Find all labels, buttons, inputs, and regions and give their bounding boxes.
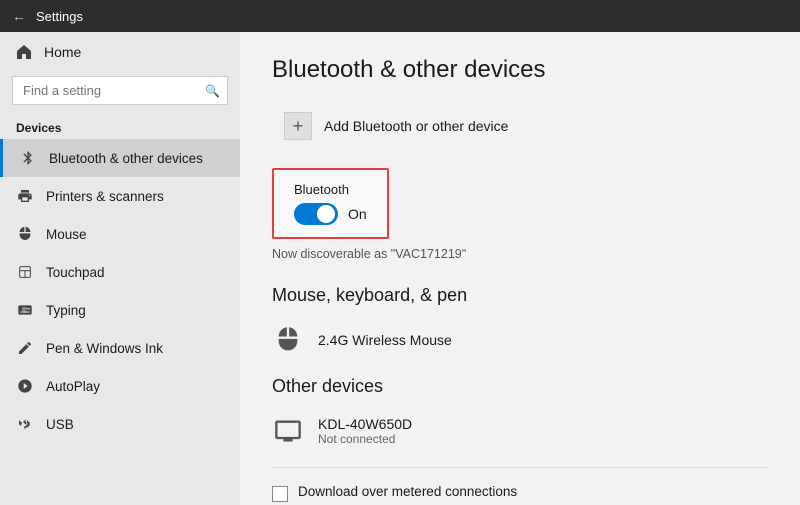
printer-icon: [16, 187, 34, 205]
sidebar-item-autoplay[interactable]: AutoPlay: [0, 367, 240, 405]
download-checkbox-row: Download over metered connections To hel…: [272, 467, 768, 505]
bluetooth-toggle-row: On: [294, 203, 367, 225]
tv-device-info: KDL-40W650D Not connected: [318, 416, 412, 446]
usb-icon: [16, 415, 34, 433]
home-icon: [16, 44, 32, 60]
sidebar-home-label: Home: [44, 44, 81, 60]
toggle-state-label: On: [348, 206, 367, 222]
mouse-device-row: 2.4G Wireless Mouse: [272, 318, 768, 368]
download-checkbox[interactable]: [272, 486, 288, 502]
sidebar-item-bluetooth[interactable]: Bluetooth & other devices: [0, 139, 240, 177]
mouse-icon: [16, 225, 34, 243]
sidebar-item-typing[interactable]: Typing: [0, 291, 240, 329]
search-icon: 🔍: [205, 84, 220, 98]
download-checkbox-label: Download over metered connections: [298, 484, 768, 499]
bluetooth-toggle[interactable]: [294, 203, 338, 225]
bluetooth-icon: [19, 149, 37, 167]
sidebar-autoplay-label: AutoPlay: [46, 379, 100, 394]
other-section-header: Other devices: [272, 376, 768, 397]
sidebar-typing-label: Typing: [46, 303, 86, 318]
autoplay-icon: [16, 377, 34, 395]
tv-device-icon: [272, 415, 304, 447]
sidebar-search-container: 🔍: [12, 76, 228, 105]
pen-icon: [16, 339, 34, 357]
sidebar-printers-label: Printers & scanners: [46, 189, 164, 204]
sidebar-item-printers[interactable]: Printers & scanners: [0, 177, 240, 215]
sidebar-mouse-label: Mouse: [46, 227, 87, 242]
content-area: Bluetooth & other devices + Add Bluetoot…: [240, 32, 800, 505]
mouse-device-name: 2.4G Wireless Mouse: [318, 332, 452, 348]
sidebar-item-usb[interactable]: USB: [0, 405, 240, 443]
titlebar: ← Settings: [0, 0, 800, 32]
main-layout: Home 🔍 Devices Bluetooth & other devices: [0, 32, 800, 505]
tv-device-status: Not connected: [318, 432, 412, 446]
mouse-section-header: Mouse, keyboard, & pen: [272, 285, 768, 306]
page-title: Bluetooth & other devices: [272, 56, 768, 84]
sidebar-pen-label: Pen & Windows Ink: [46, 341, 163, 356]
search-input[interactable]: [12, 76, 228, 105]
mouse-device-icon: [272, 324, 304, 356]
download-checkbox-content: Download over metered connections To hel…: [298, 484, 768, 505]
bluetooth-label: Bluetooth: [294, 182, 367, 197]
sidebar-item-touchpad[interactable]: Touchpad: [0, 253, 240, 291]
bluetooth-card: Bluetooth On: [272, 168, 389, 239]
sidebar-item-mouse[interactable]: Mouse: [0, 215, 240, 253]
back-button[interactable]: ←: [12, 8, 26, 24]
typing-icon: [16, 301, 34, 319]
sidebar-item-pen[interactable]: Pen & Windows Ink: [0, 329, 240, 367]
sidebar-usb-label: USB: [46, 417, 74, 432]
tv-device-name: KDL-40W650D: [318, 416, 412, 432]
sidebar-item-home[interactable]: Home: [0, 32, 240, 72]
toggle-knob: [317, 205, 335, 223]
add-device-button[interactable]: + Add Bluetooth or other device: [272, 104, 520, 148]
sidebar: Home 🔍 Devices Bluetooth & other devices: [0, 32, 240, 505]
add-icon: +: [284, 112, 312, 140]
sidebar-section-label: Devices: [0, 115, 240, 139]
titlebar-title: Settings: [36, 9, 83, 24]
sidebar-touchpad-label: Touchpad: [46, 265, 105, 280]
touchpad-icon: [16, 263, 34, 281]
discoverable-text: Now discoverable as "VAC171219": [272, 247, 768, 261]
add-device-label: Add Bluetooth or other device: [324, 118, 508, 134]
tv-device-row: KDL-40W650D Not connected: [272, 409, 768, 459]
mouse-device-info: 2.4G Wireless Mouse: [318, 332, 452, 348]
sidebar-bluetooth-label: Bluetooth & other devices: [49, 151, 203, 166]
